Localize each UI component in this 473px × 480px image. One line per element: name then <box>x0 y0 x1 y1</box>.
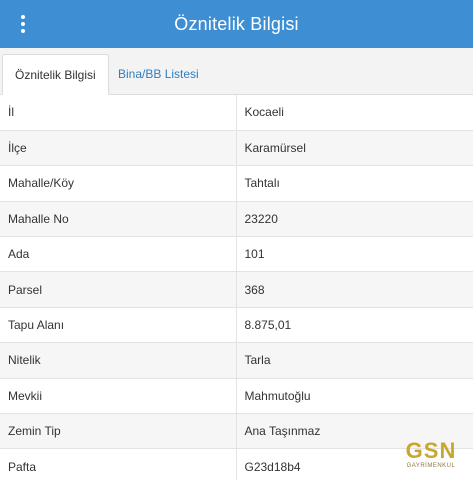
attribute-key: Mahalle/Köy <box>0 165 237 202</box>
attribute-value: 101 <box>236 236 473 273</box>
table-row: Mahalle No 23220 <box>0 201 473 238</box>
vertical-dots-icon <box>21 22 25 26</box>
attribute-key: İl <box>0 95 237 131</box>
top-app-bar: Öznitelik Bilgisi <box>0 0 473 48</box>
attribute-key: Mevkii <box>0 378 237 415</box>
attribute-key: Nitelik <box>0 342 237 379</box>
gsn-watermark-logo: GSN GAYRİMENKUL <box>401 440 461 474</box>
watermark-subtitle: GAYRİMENKUL <box>406 463 456 469</box>
table-row: Ada 101 <box>0 236 473 273</box>
table-row: İl Kocaeli <box>0 95 473 131</box>
vertical-dots-icon <box>21 15 25 19</box>
table-row: Mevkii Mahmutoğlu <box>0 378 473 415</box>
tab-oznitelik-bilgisi[interactable]: Öznitelik Bilgisi <box>2 54 109 95</box>
table-row: Mahalle/Köy Tahtalı <box>0 165 473 202</box>
page-title: Öznitelik Bilgisi <box>174 13 299 34</box>
attribute-key: Tapu Alanı <box>0 307 237 344</box>
more-menu-button[interactable] <box>14 12 32 36</box>
tab-bina-bb-listesi[interactable]: Bina/BB Listesi <box>106 54 211 95</box>
attribute-value: Kocaeli <box>236 95 473 131</box>
attribute-value: Karamürsel <box>236 130 473 167</box>
attribute-value: 8.875,01 <box>236 307 473 344</box>
attribute-key: Mahalle No <box>0 201 237 238</box>
attribute-value: 23220 <box>236 201 473 238</box>
table-row: Parsel 368 <box>0 271 473 308</box>
attribute-value: 368 <box>236 271 473 308</box>
attribute-key: İlçe <box>0 130 237 167</box>
attribute-key: Pafta <box>0 448 237 480</box>
attribute-key: Parsel <box>0 271 237 308</box>
vertical-dots-icon <box>21 29 25 33</box>
table-row: Nitelik Tarla <box>0 342 473 379</box>
attribute-key: Zemin Tip <box>0 413 237 450</box>
attribute-value: Tahtalı <box>236 165 473 202</box>
attribute-value: Tarla <box>236 342 473 379</box>
tab-bar: Öznitelik Bilgisi Bina/BB Listesi <box>0 48 473 95</box>
watermark-logo-text: GSN <box>405 438 457 463</box>
table-row: Tapu Alanı 8.875,01 <box>0 307 473 344</box>
table-row: İlçe Karamürsel <box>0 130 473 167</box>
attribute-key: Ada <box>0 236 237 273</box>
attribute-table: İl Kocaeli İlçe Karamürsel Mahalle/Köy Taht… <box>0 95 473 480</box>
attribute-value: Mahmutoğlu <box>236 378 473 415</box>
